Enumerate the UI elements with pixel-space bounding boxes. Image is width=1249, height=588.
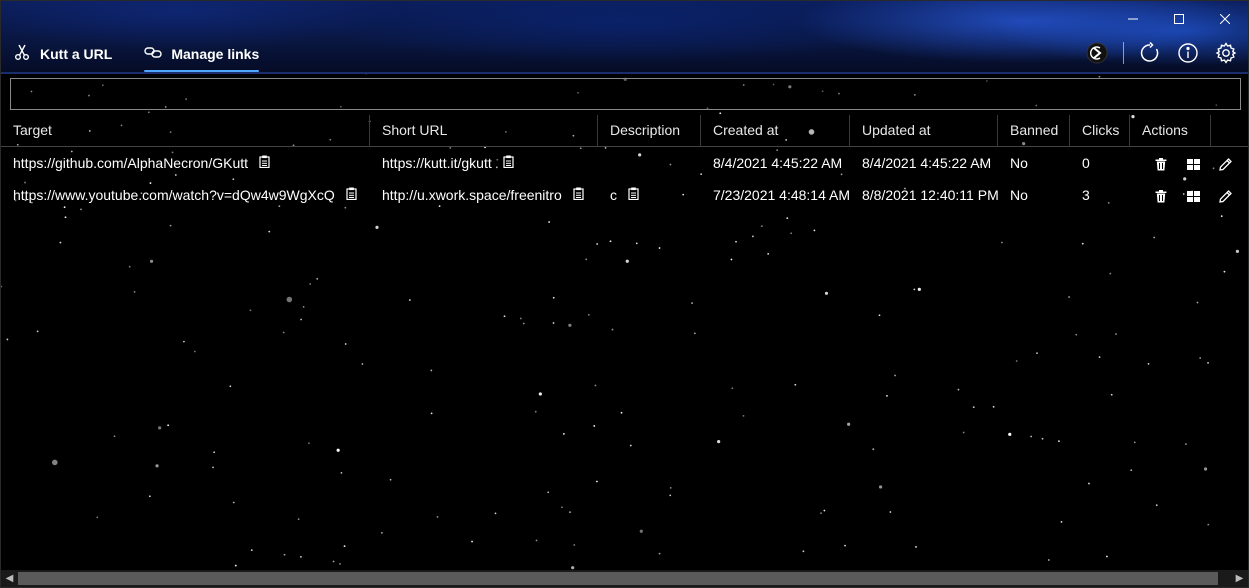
column-header-clicks[interactable]: Clicks [1070, 115, 1130, 147]
cell-short-url: https://kutt.it/gkutt [370, 147, 514, 179]
table-header: Target Short URL Description Created at … [1, 115, 1248, 147]
column-header-updated-at[interactable]: Updated at [850, 115, 998, 147]
cell-short-url: http://u.xwork.space/freenitro [370, 179, 584, 211]
delete-icon[interactable] [1153, 188, 1169, 204]
search-input[interactable] [10, 78, 1241, 110]
scrollbar-thumb[interactable] [18, 572, 1218, 585]
delete-icon[interactable] [1153, 156, 1169, 172]
short-url: https://kutt.it/gkutt [382, 155, 492, 171]
links-table: Target Short URL Description Created at … [1, 115, 1248, 211]
table-row[interactable]: https://github.com/AlphaNecron/GKutt htt… [1, 147, 1248, 179]
column-header-actions[interactable]: Actions [1130, 115, 1211, 147]
horizontal-scrollbar[interactable]: ◀ ▶ [1, 570, 1248, 587]
clipboard-icon[interactable] [346, 179, 357, 211]
minimize-icon[interactable] [1110, 7, 1156, 31]
cell-target: https://github.com/AlphaNecron/GKutt [1, 147, 270, 179]
column-header-banned[interactable]: Banned [998, 115, 1070, 147]
edit-icon[interactable] [1217, 188, 1233, 204]
settings-icon[interactable] [1214, 41, 1238, 65]
app-window: Kutt a URL Manage links Target Short URL… [0, 0, 1249, 588]
toolbar-divider [1123, 42, 1124, 64]
cell-target: https://www.youtube.com/watch?v=dQw4w9Wg… [1, 179, 357, 211]
nav-tabs: Kutt a URL Manage links [13, 43, 260, 72]
cell-updated-at: 8/4/2021 4:45:22 AM [862, 155, 992, 171]
short-url: http://u.xwork.space/freenitro [382, 187, 562, 203]
cell-banned: No [1010, 187, 1028, 203]
cell-banned: No [1010, 155, 1028, 171]
close-icon[interactable] [1202, 7, 1248, 31]
cell-created-at: 7/23/2021 4:48:14 AM [713, 187, 850, 203]
cell-clicks: 3 [1082, 187, 1090, 203]
qr-code-icon[interactable] [1185, 188, 1201, 204]
target-url: https://github.com/AlphaNecron/GKutt [13, 155, 249, 171]
table-row[interactable]: https://www.youtube.com/watch?v=dQw4w9Wg… [1, 179, 1248, 211]
clipboard-icon[interactable] [573, 179, 584, 211]
scroll-left-icon[interactable]: ◀ [1, 570, 18, 587]
cell-description [598, 147, 610, 179]
qr-code-icon[interactable] [1185, 156, 1201, 172]
cell-description: c [598, 179, 639, 211]
cell-created-at: 8/4/2021 4:45:22 AM [713, 155, 843, 171]
tab-kutt-a-url[interactable]: Kutt a URL [13, 43, 112, 70]
tab-label: Manage links [171, 45, 260, 62]
clipboard-icon[interactable] [503, 147, 514, 179]
cell-updated-at: 8/8/2021 12:40:11 PM [862, 187, 999, 203]
cell-clicks: 0 [1082, 155, 1090, 171]
edit-icon[interactable] [1217, 156, 1233, 172]
column-header-short-url[interactable]: Short URL [370, 115, 598, 147]
maximize-icon[interactable] [1156, 7, 1202, 31]
link-icon [144, 43, 163, 64]
scissors-icon [13, 43, 31, 64]
tab-label: Kutt a URL [40, 45, 113, 62]
clipboard-icon[interactable] [259, 147, 270, 179]
scroll-right-icon[interactable]: ▶ [1231, 570, 1248, 587]
refresh-icon[interactable] [1138, 41, 1162, 65]
info-icon[interactable] [1176, 41, 1200, 65]
target-url: https://www.youtube.com/watch?v=dQw4w9Wg… [13, 187, 335, 203]
clipboard-icon[interactable] [628, 179, 639, 211]
tab-manage-links[interactable]: Manage links [144, 43, 260, 72]
column-header-created-at[interactable]: Created at [701, 115, 850, 147]
column-header-description[interactable]: Description [598, 115, 701, 147]
toolbar [1085, 41, 1238, 65]
theme-toggle-icon[interactable] [1085, 41, 1109, 65]
description-text: c [610, 187, 617, 203]
window-controls [1110, 7, 1248, 31]
column-header-target[interactable]: Target [1, 115, 370, 147]
